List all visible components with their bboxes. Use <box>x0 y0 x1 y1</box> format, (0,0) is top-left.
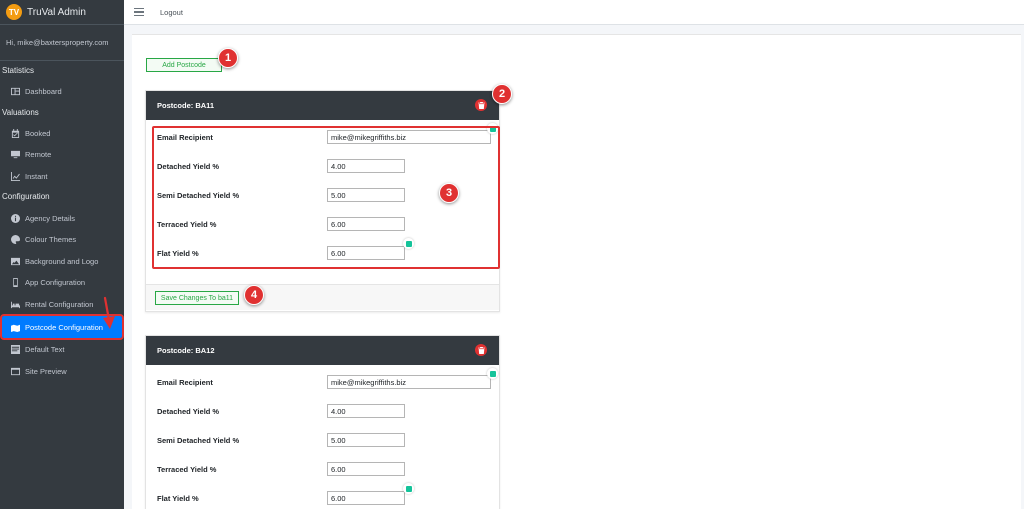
mobile-icon <box>11 278 20 288</box>
sidebar-item-instant[interactable]: Instant <box>0 166 124 188</box>
terraced-row: Terraced Yield % <box>157 462 499 478</box>
terraced-label: Terraced Yield % <box>157 465 217 474</box>
grammarly-icon[interactable] <box>487 368 498 379</box>
callout-4: 4 <box>244 285 264 305</box>
delete-postcode-button[interactable] <box>475 99 487 111</box>
card-footer: Save Changes To ba11 <box>146 284 499 310</box>
trash-icon <box>477 346 485 354</box>
sidebar-item-label: App Configuration <box>25 278 86 288</box>
flat-yield-field[interactable] <box>327 491 405 505</box>
detached-yield-field[interactable] <box>327 404 405 418</box>
sidebar-item-default-text[interactable]: Default Text <box>0 339 124 361</box>
main-content: Add Postcode Postcode: BA11 Email Recipi… <box>132 34 1021 509</box>
email-label: Email Recipient <box>157 378 213 387</box>
email-row: Email Recipient <box>157 375 499 391</box>
user-greeting: Hi, mike@baxtersproperty.com <box>6 38 109 47</box>
info-icon <box>11 213 20 223</box>
sidebar-item-label: Agency Details <box>25 213 76 223</box>
sidebar-item-label: Site Preview <box>25 366 67 376</box>
sidebar-item-agency-details[interactable]: Agency Details <box>0 207 124 229</box>
brand-title: TruVal Admin <box>27 6 86 18</box>
sidebar-item-label: Dashboard <box>25 87 62 97</box>
sidebar-item-background-logo[interactable]: Background and Logo <box>0 251 124 273</box>
card-header: Postcode: BA12 <box>146 336 499 365</box>
callout-2: 2 <box>492 84 512 104</box>
card-title: Postcode: BA11 <box>157 101 215 110</box>
sidebar-item-label: Background and Logo <box>25 256 99 266</box>
preview-icon <box>11 367 20 376</box>
sidebar-item-dashboard[interactable]: Dashboard <box>0 81 124 103</box>
sidebar-item-colour-themes[interactable]: Colour Themes <box>0 229 124 251</box>
hamburger-menu-icon[interactable] <box>134 8 144 16</box>
sidebar-item-label: Remote <box>25 150 52 160</box>
flat-label: Flat Yield % <box>157 494 199 503</box>
brand[interactable]: TV TruVal Admin <box>0 0 124 25</box>
email-field[interactable] <box>327 375 491 389</box>
postcode-card-ba12: Postcode: BA12 Email Recipient Detached … <box>145 335 500 509</box>
detached-row: Detached Yield % <box>157 404 499 420</box>
sidebar-item-label: Rental Configuration <box>25 300 94 310</box>
sidebar-item-remote[interactable]: Remote <box>0 144 124 166</box>
delete-postcode-button[interactable] <box>475 344 487 356</box>
dashboard-icon <box>11 87 20 96</box>
save-changes-button[interactable]: Save Changes To ba11 <box>155 291 239 305</box>
brand-logo: TV <box>6 4 22 20</box>
add-postcode-button[interactable]: Add Postcode <box>146 58 222 72</box>
detached-label: Detached Yield % <box>157 407 220 416</box>
card-header: Postcode: BA11 <box>146 91 499 120</box>
trash-icon <box>477 101 485 109</box>
user-panel[interactable]: Hi, mike@baxtersproperty.com <box>0 25 124 61</box>
palette-icon <box>11 235 20 245</box>
callout-3: 3 <box>439 183 459 203</box>
desktop-icon <box>11 150 20 159</box>
sidebar-item-app-configuration[interactable]: App Configuration <box>0 272 124 294</box>
nav-header-statistics: Statistics <box>2 66 35 75</box>
top-navbar: Logout <box>124 0 1024 25</box>
sidebar-item-booked[interactable]: Booked <box>0 123 124 145</box>
sidebar-item-label: Default Text <box>25 345 65 355</box>
semi-label: Semi Detached Yield % <box>157 436 240 445</box>
map-icon <box>11 323 20 332</box>
sidebar-item-site-preview[interactable]: Site Preview <box>0 361 124 383</box>
sidebar-item-label: Booked <box>25 128 51 138</box>
grammarly-icon[interactable] <box>403 483 414 494</box>
nav-header-valuations: Valuations <box>2 107 39 117</box>
terraced-yield-field[interactable] <box>327 462 405 476</box>
text-icon <box>11 345 20 355</box>
sidebar-item-label: Postcode Configuration <box>25 322 103 332</box>
image-icon <box>11 257 20 266</box>
sidebar-item-label: Instant <box>25 172 48 182</box>
semi-yield-field[interactable] <box>327 433 405 447</box>
sidebar-item-label: Colour Themes <box>25 235 77 245</box>
nav-header-configuration: Configuration <box>2 192 50 202</box>
logout-link[interactable]: Logout <box>160 8 183 17</box>
bed-icon <box>11 300 20 309</box>
red-arrow-icon <box>103 296 115 329</box>
sidebar: TV TruVal Admin Hi, mike@baxtersproperty… <box>0 0 124 509</box>
calendar-check-icon <box>11 128 20 138</box>
chart-icon <box>11 172 20 182</box>
semi-row: Semi Detached Yield % <box>157 433 499 449</box>
callout-1: 1 <box>218 48 238 68</box>
flat-row: Flat Yield % <box>157 491 499 507</box>
card-title: Postcode: BA12 <box>157 346 215 355</box>
